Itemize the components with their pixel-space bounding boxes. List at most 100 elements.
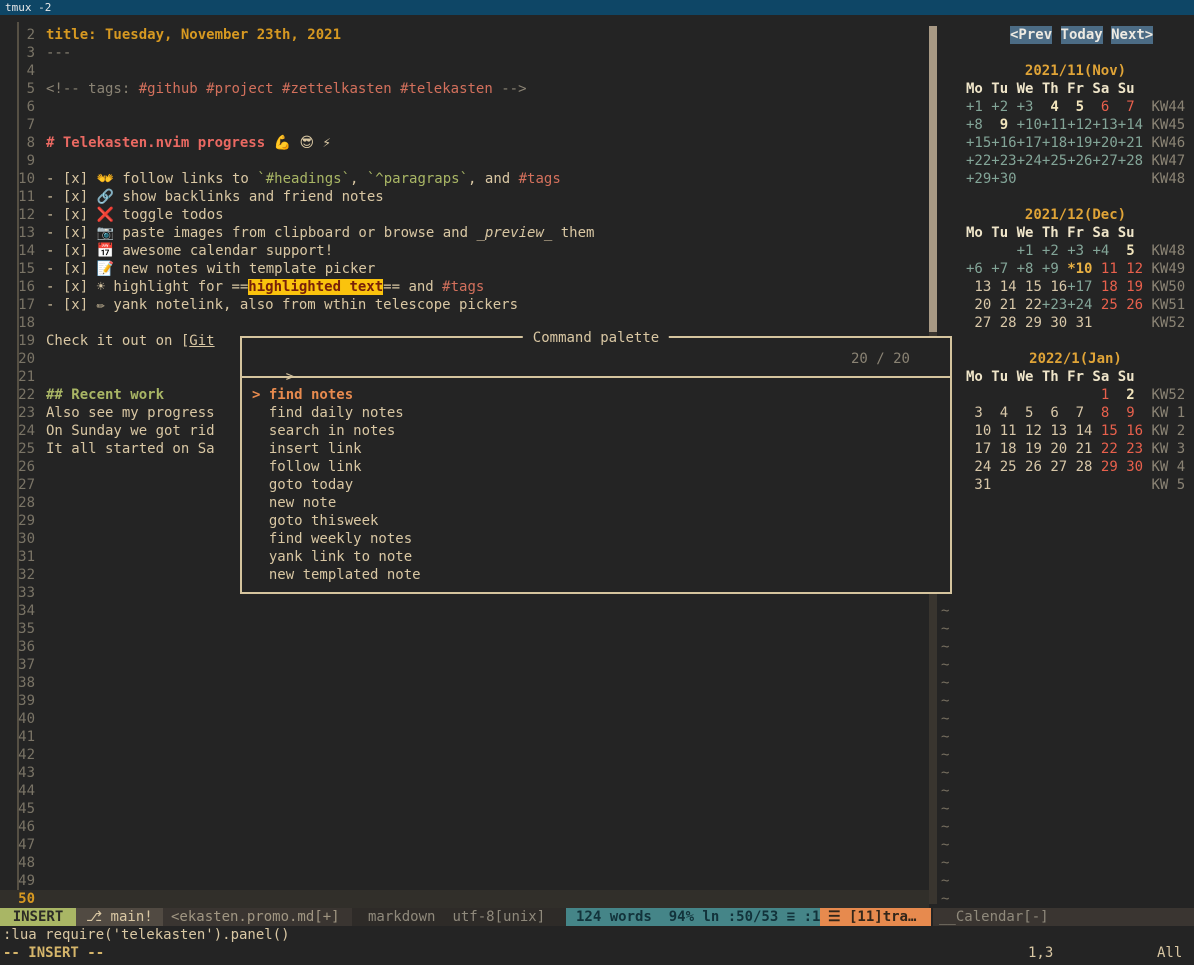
calendar-day[interactable]: 7: [1067, 405, 1092, 421]
palette-item[interactable]: follow link: [252, 458, 362, 476]
editor-line[interactable]: 13- [x] 📷 paste images from clipboard or…: [0, 224, 594, 242]
calendar-day[interactable]: 15: [1017, 279, 1042, 295]
editor-line[interactable]: 10- [x] 👐 follow links to `#headings`, `…: [0, 170, 561, 188]
palette-item[interactable]: find weekly notes: [252, 530, 412, 548]
calendar-day[interactable]: 18: [1092, 279, 1117, 295]
calendar-day[interactable]: 9: [991, 117, 1016, 133]
calendar-day[interactable]: +25: [1042, 153, 1067, 169]
palette-item[interactable]: yank link to note: [252, 548, 412, 566]
calendar-day[interactable]: 29: [1092, 459, 1117, 475]
palette-item[interactable]: find daily notes: [252, 404, 404, 422]
calendar-day[interactable]: 15: [1092, 423, 1117, 439]
editor-line[interactable]: 45: [0, 800, 46, 818]
editor-line[interactable]: 39: [0, 692, 46, 710]
calendar-day[interactable]: 5: [1017, 405, 1042, 421]
calendar-day[interactable]: 25: [1092, 297, 1117, 313]
editor-line[interactable]: 34: [0, 602, 46, 620]
calendar-day[interactable]: +13: [1092, 117, 1117, 133]
scrollbar-thumb[interactable]: [929, 26, 937, 332]
calendar-day[interactable]: +7: [991, 261, 1016, 277]
calendar-day[interactable]: 31: [1067, 315, 1092, 331]
editor-line[interactable]: 8# Telekasten.nvim progress 💪 😎 ⚡: [0, 134, 331, 152]
calendar-prev-button[interactable]: <Prev: [1010, 26, 1052, 44]
calendar-day[interactable]: 2: [1118, 387, 1143, 403]
calendar-day[interactable]: 30: [1042, 315, 1067, 331]
calendar-day[interactable]: 4: [991, 405, 1016, 421]
editor-line[interactable]: 32: [0, 566, 46, 584]
calendar-day[interactable]: 20: [966, 297, 991, 313]
calendar-day[interactable]: +30: [991, 171, 1016, 187]
calendar-day[interactable]: +14: [1118, 117, 1143, 133]
calendar-day[interactable]: 16: [1042, 279, 1067, 295]
calendar-day[interactable]: 6: [1092, 99, 1117, 115]
calendar-day[interactable]: 11: [1092, 261, 1117, 277]
editor-line[interactable]: 48: [0, 854, 46, 872]
calendar-day[interactable]: +8: [1017, 261, 1042, 277]
editor-line[interactable]: 18: [0, 314, 46, 332]
calendar-day[interactable]: +10: [1017, 117, 1042, 133]
calendar-day[interactable]: +28: [1118, 153, 1143, 169]
editor-line[interactable]: 50: [0, 890, 929, 908]
editor-line[interactable]: 27: [0, 476, 46, 494]
calendar-day[interactable]: +3: [1067, 243, 1092, 259]
calendar-day[interactable]: 19: [1118, 279, 1143, 295]
calendar-day[interactable]: *10: [1067, 261, 1092, 277]
calendar-day[interactable]: +21: [1118, 135, 1143, 151]
calendar-day[interactable]: +3: [1017, 99, 1042, 115]
editor-line[interactable]: 31: [0, 548, 46, 566]
calendar-day[interactable]: 27: [1042, 459, 1067, 475]
calendar-day[interactable]: 31: [966, 477, 991, 493]
calendar-day[interactable]: 28: [1067, 459, 1092, 475]
calendar-day[interactable]: 24: [966, 459, 991, 475]
calendar-day[interactable]: 13: [966, 279, 991, 295]
editor-line[interactable]: 20: [0, 350, 46, 368]
editor-line[interactable]: 22## Recent work: [0, 386, 164, 404]
calendar-today-button[interactable]: Today: [1061, 26, 1103, 44]
calendar-day[interactable]: +6: [966, 261, 991, 277]
editor-line[interactable]: 3---: [0, 44, 71, 62]
editor-line[interactable]: 43: [0, 764, 46, 782]
calendar-day[interactable]: 17: [966, 441, 991, 457]
calendar-day[interactable]: +16: [991, 135, 1016, 151]
editor-line[interactable]: 49: [0, 872, 46, 890]
editor-line[interactable]: 14- [x] 📅 awesome calendar support!: [0, 242, 333, 260]
palette-item[interactable]: search in notes: [252, 422, 395, 440]
editor-line[interactable]: 23Also see my progress: [0, 404, 215, 422]
editor-line[interactable]: 35: [0, 620, 46, 638]
calendar-day[interactable]: 12: [1118, 261, 1143, 277]
editor-line[interactable]: 42: [0, 746, 46, 764]
calendar-day[interactable]: +19: [1067, 135, 1092, 151]
editor-line[interactable]: 5<!-- tags: #github #project #zettelkast…: [0, 80, 527, 98]
calendar-day[interactable]: +8: [966, 117, 991, 133]
calendar-day[interactable]: 5: [1118, 243, 1143, 259]
calendar-day[interactable]: 22: [1017, 297, 1042, 313]
calendar-day[interactable]: 26: [1118, 297, 1143, 313]
editor-line[interactable]: 6: [0, 98, 46, 116]
calendar-day[interactable]: +17: [1067, 279, 1092, 295]
editor-line[interactable]: 44: [0, 782, 46, 800]
editor-line[interactable]: 24On Sunday we got rid: [0, 422, 215, 440]
editor-line[interactable]: 36: [0, 638, 46, 656]
calendar-day[interactable]: 29: [1017, 315, 1042, 331]
calendar-day[interactable]: +17: [1017, 135, 1042, 151]
calendar-day[interactable]: 12: [1017, 423, 1042, 439]
calendar-day[interactable]: +1: [966, 99, 991, 115]
calendar-day[interactable]: 21: [1067, 441, 1092, 457]
calendar-day[interactable]: +26: [1067, 153, 1092, 169]
editor-line[interactable]: 40: [0, 710, 46, 728]
editor-line[interactable]: 17- [x] ✏ yank notelink, also from wthin…: [0, 296, 518, 314]
calendar-day[interactable]: 20: [1042, 441, 1067, 457]
calendar-day[interactable]: +11: [1042, 117, 1067, 133]
calendar-day[interactable]: +22: [966, 153, 991, 169]
calendar-day[interactable]: +2: [1042, 243, 1067, 259]
calendar-day[interactable]: +9: [1042, 261, 1067, 277]
editor-line[interactable]: 46: [0, 818, 46, 836]
palette-item[interactable]: insert link: [252, 440, 362, 458]
editor-line[interactable]: 25It all started on Sa: [0, 440, 215, 458]
calendar-day[interactable]: 28: [991, 315, 1016, 331]
calendar-day[interactable]: +12: [1067, 117, 1092, 133]
calendar-day[interactable]: +23: [1042, 297, 1067, 313]
command-line[interactable]: :lua require('telekasten').panel(): [3, 926, 290, 944]
calendar-day[interactable]: +15: [966, 135, 991, 151]
palette-item[interactable]: > find notes: [252, 386, 353, 404]
